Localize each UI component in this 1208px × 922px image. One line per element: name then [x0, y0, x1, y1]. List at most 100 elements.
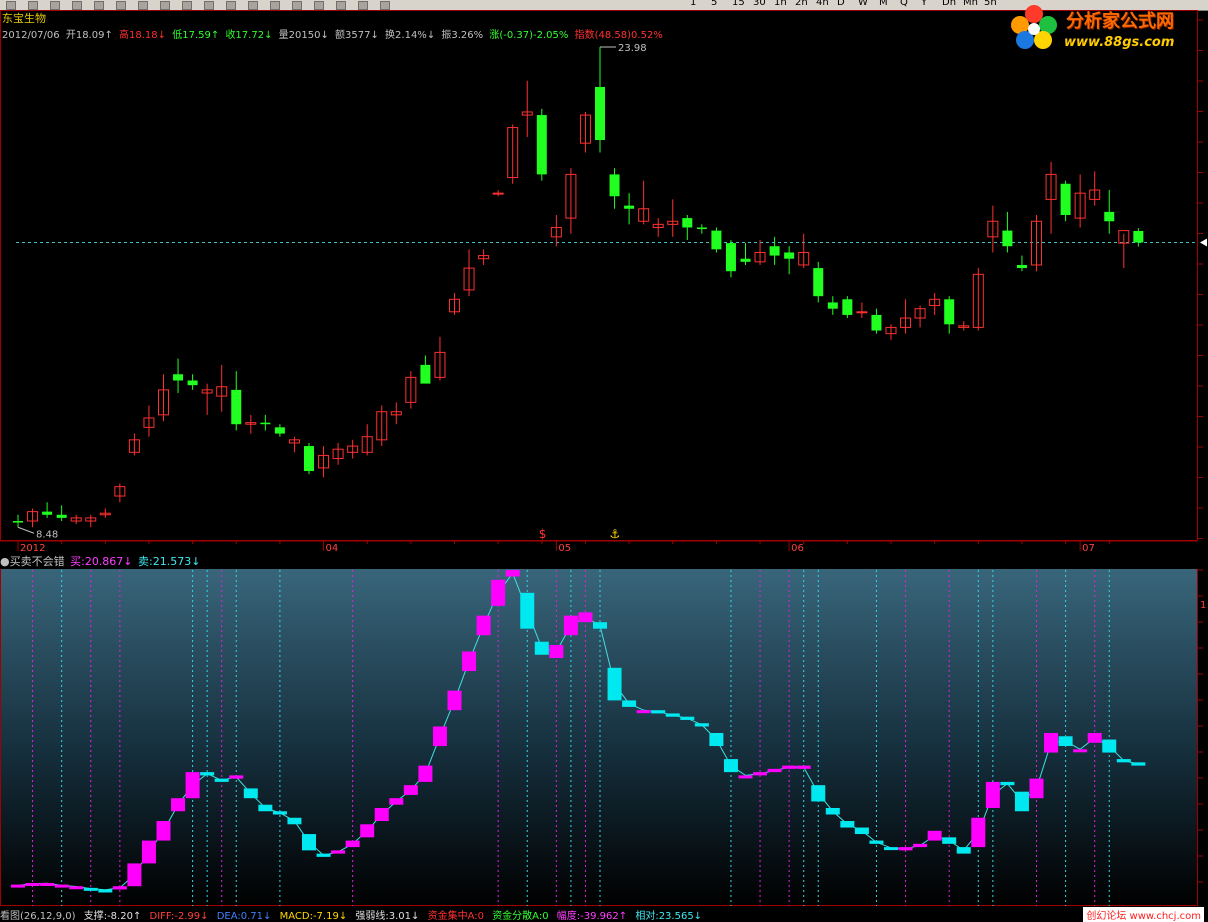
candle-body	[1133, 230, 1144, 243]
toolbar-tool-icon[interactable]	[160, 1, 170, 10]
toolbar-period-0[interactable]: 1	[690, 0, 696, 8]
candle-body	[231, 389, 242, 425]
toolbar-period-4[interactable]: 1h	[774, 0, 787, 8]
indicator-box	[796, 765, 811, 769]
indicator-panel: 1	[0, 553, 1206, 906]
indicator-box	[884, 847, 898, 851]
toolbar-tool-icon[interactable]	[358, 1, 368, 10]
toolbar-period-9[interactable]: M	[879, 0, 888, 8]
toolbar-tool-icon[interactable]	[116, 1, 126, 10]
candle-body	[492, 192, 504, 195]
candle-body	[871, 314, 882, 331]
indicator-box	[1014, 791, 1029, 812]
anchor-marker: ⚓	[610, 527, 621, 541]
indicator-box	[316, 853, 331, 857]
indicator-box	[462, 651, 477, 672]
toolbar-period-5[interactable]: 2h	[795, 0, 808, 8]
candle-body	[944, 299, 955, 325]
logo-url: www.88gs.com	[1064, 35, 1175, 50]
indicator-box	[1131, 762, 1146, 766]
toolbar-period-12[interactable]: Dh	[942, 0, 956, 8]
toolbar-tool-icon[interactable]	[314, 1, 324, 10]
indicator-box	[782, 765, 797, 769]
toolbar-period-1[interactable]: 5	[711, 0, 717, 8]
indicator-box	[622, 700, 637, 707]
indicator-box	[534, 641, 549, 655]
indicator-box	[418, 765, 433, 782]
indicator-box	[636, 710, 651, 714]
info-low: 低17.59↑	[172, 30, 220, 41]
candle-body	[784, 252, 795, 259]
bottom-amp: 幅度:-39.962↑	[556, 911, 628, 920]
toolbar-tool-icon[interactable]	[28, 1, 38, 10]
toolbar-period-10[interactable]: Q	[900, 0, 908, 8]
toolbar-tool-icon[interactable]	[50, 1, 60, 10]
candle-body	[827, 302, 838, 309]
toolbar-period-3[interactable]: 30	[753, 0, 766, 8]
candle-body	[624, 205, 635, 209]
indicator-box	[520, 592, 535, 629]
toolbar-period-6[interactable]: 4h	[816, 0, 829, 8]
toolbar-tool-icon[interactable]	[138, 1, 148, 10]
candle-body	[609, 174, 620, 197]
last-close-marker	[1200, 238, 1207, 247]
toolbar-tool-icon[interactable]	[6, 1, 16, 10]
indicator-box	[491, 579, 506, 606]
indicator-box	[956, 847, 971, 854]
candle-body	[842, 299, 853, 315]
indicator-box	[200, 772, 215, 776]
toolbar-period-11[interactable]: Y	[921, 0, 927, 8]
toolbar-tool-icon[interactable]	[248, 1, 258, 10]
candle-body	[173, 374, 184, 381]
toolbar-period-7[interactable]: D	[837, 0, 845, 8]
indicator-box	[985, 781, 1000, 808]
toolbar-period-13[interactable]: Mn	[963, 0, 978, 8]
indicator-buy: 买:20.867↓	[70, 555, 133, 568]
indicator-box	[927, 830, 942, 841]
indicator-box	[694, 723, 709, 727]
toolbar-period-14[interactable]: 5h	[984, 0, 997, 8]
toolbar-tool-icon[interactable]	[270, 1, 280, 10]
toolbar-tool-icon[interactable]	[94, 1, 104, 10]
indicator-box	[869, 840, 884, 844]
indicator-box	[171, 798, 186, 812]
max-price-label: 23.98	[618, 43, 647, 54]
indicator-box	[476, 615, 491, 636]
indicator-box	[272, 811, 287, 815]
flower-icon	[1011, 5, 1057, 49]
toolbar-period-8[interactable]: W	[858, 0, 868, 8]
toolbar-tool-icon[interactable]	[204, 1, 214, 10]
indicator-box	[665, 713, 680, 717]
indicator-box	[505, 570, 520, 577]
candle-body	[260, 422, 271, 425]
indicator-box	[243, 788, 258, 799]
indicator-box	[971, 817, 986, 848]
indicator-box	[127, 863, 142, 887]
indicator-box	[811, 785, 826, 802]
toolbar-tool-icon[interactable]	[292, 1, 302, 10]
toolbar-tool-icon[interactable]	[380, 1, 390, 10]
candle-body	[536, 115, 547, 175]
toolbar-tool-icon[interactable]	[182, 1, 192, 10]
toolbar-tool-icon[interactable]	[226, 1, 236, 10]
indicator-box	[112, 886, 127, 890]
indicator-box	[1073, 749, 1088, 753]
toolbar-tool-icon[interactable]	[336, 1, 346, 10]
indicator-scale-label: 1	[1200, 600, 1206, 611]
indicator-box	[709, 733, 724, 747]
indicator-box	[69, 886, 84, 890]
bottom-relative: 相对:23.565↓	[635, 911, 703, 920]
info-amount: 额3577↓	[335, 30, 379, 41]
indicator-box	[680, 716, 695, 720]
toolbar-period-2[interactable]: 15	[732, 0, 745, 8]
indicator-box	[214, 778, 229, 782]
indicator-box	[287, 817, 302, 825]
indicator-box	[898, 847, 913, 851]
indicator-box	[141, 840, 156, 864]
toolbar-tool-icon[interactable]	[72, 1, 82, 10]
indicator-box	[403, 785, 418, 795]
candle-body	[274, 427, 285, 434]
indicator-box	[11, 884, 25, 888]
indicator-box	[913, 843, 928, 848]
indicator-box	[1102, 739, 1117, 753]
